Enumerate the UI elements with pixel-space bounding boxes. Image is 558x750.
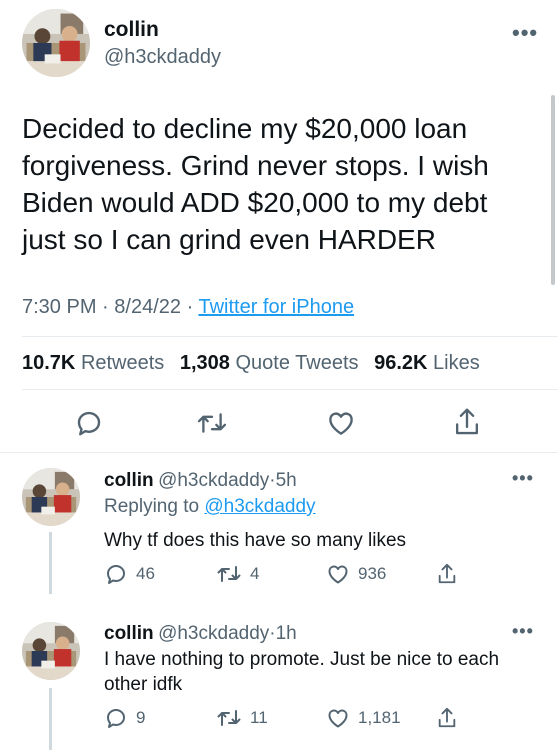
reply-text: Why tf does this have so many likes (104, 530, 407, 551)
reply-text: I have nothing to promote. Just be nice … (104, 649, 500, 695)
tweet-time: 7:30 PM (22, 296, 97, 318)
likes-label: Likes (433, 352, 480, 374)
author-name[interactable]: collin (104, 18, 159, 42)
replying-to-link[interactable]: @h3ckdaddy (204, 496, 315, 517)
retweet-count: 11 (250, 708, 268, 727)
retweets-stat[interactable]: 10.7K Retweets (22, 352, 164, 374)
share-icon (438, 563, 456, 584)
quotes-stat[interactable]: 1,308 Quote Tweets (180, 352, 359, 374)
like-count: 936 (358, 564, 387, 583)
tweet-date: 8/24/22 (114, 296, 182, 318)
reply-more-icon[interactable]: ••• (512, 468, 534, 489)
like-icon (328, 565, 348, 584)
quotes-count: 1,308 (179, 352, 230, 374)
retweet-icon (197, 413, 227, 433)
reply-button[interactable] (74, 408, 104, 438)
share-icon (455, 408, 479, 435)
more-options-icon[interactable]: ••• (512, 20, 538, 46)
reply-retweet-button[interactable]: 4 (216, 562, 259, 586)
retweet-icon (217, 710, 241, 726)
share-button[interactable] (452, 406, 482, 438)
tweet-text: Decided to decline my $20,000 loan forgi… (22, 113, 489, 255)
share-icon (438, 707, 456, 728)
tweet-source-link[interactable]: Twitter for iPhone (198, 296, 354, 318)
retweets-label: Retweets (80, 352, 165, 374)
reply-icon (107, 709, 125, 728)
reply-share-button[interactable] (436, 562, 458, 586)
reply-more-icon[interactable]: ••• (512, 621, 534, 642)
reply-reply-button[interactable]: 46 (104, 562, 155, 586)
reply-author-handle[interactable]: @h3ckdaddy (158, 623, 269, 644)
thread-line (49, 532, 52, 594)
like-button[interactable] (326, 408, 356, 438)
replying-to-label: Replying to (104, 496, 200, 517)
reply-age: 5h (275, 470, 297, 491)
reply-header: collin @h3ckdaddy·5h (104, 470, 297, 492)
author-handle[interactable]: @h3ckdaddy (104, 46, 221, 69)
thread-line (49, 688, 52, 750)
divider (22, 389, 558, 390)
like-icon (328, 709, 348, 728)
meta-separator: · (186, 296, 194, 318)
retweets-count: 10.7K (22, 352, 76, 374)
reply-retweet-button[interactable]: 11 (216, 706, 268, 730)
retweet-count: 4 (250, 564, 260, 583)
divider (22, 336, 558, 337)
tweet-stats: 10.7K Retweets 1,308 Quote Tweets 96.2K … (22, 352, 480, 375)
reply-avatar[interactable] (22, 622, 80, 680)
reply-count: 46 (136, 564, 155, 583)
meta-separator: · (102, 296, 109, 318)
tweet-meta: 7:30 PM · 8/24/22 · Twitter for iPhone (22, 296, 354, 319)
reply-author-handle[interactable]: @h3ckdaddy (158, 470, 269, 491)
reply-avatar[interactable] (22, 468, 80, 526)
reply-author-name[interactable]: collin (104, 623, 154, 644)
reply-header: collin @h3ckdaddy·1h (104, 623, 297, 645)
divider (0, 452, 558, 453)
author-avatar[interactable] (22, 9, 90, 77)
scrollbar[interactable] (551, 95, 555, 285)
likes-count: 96.2K (374, 352, 428, 374)
reply-like-button[interactable]: 1,181 (326, 706, 401, 730)
quotes-label: Quote Tweets (235, 352, 359, 374)
reply-like-button[interactable]: 936 (326, 562, 386, 586)
retweet-icon (217, 566, 241, 582)
replying-to: Replying to @h3ckdaddy (104, 496, 316, 518)
reply-icon (77, 411, 101, 436)
reply-age: 1h (275, 623, 297, 644)
reply-reply-button[interactable]: 9 (104, 706, 145, 730)
retweet-button[interactable] (196, 408, 228, 438)
like-count: 1,181 (358, 708, 401, 727)
likes-stat[interactable]: 96.2K Likes (374, 352, 480, 374)
reply-icon (107, 565, 125, 584)
like-icon (329, 412, 353, 435)
reply-author-name[interactable]: collin (104, 470, 154, 491)
reply-share-button[interactable] (436, 706, 458, 730)
reply-count: 9 (136, 708, 146, 727)
